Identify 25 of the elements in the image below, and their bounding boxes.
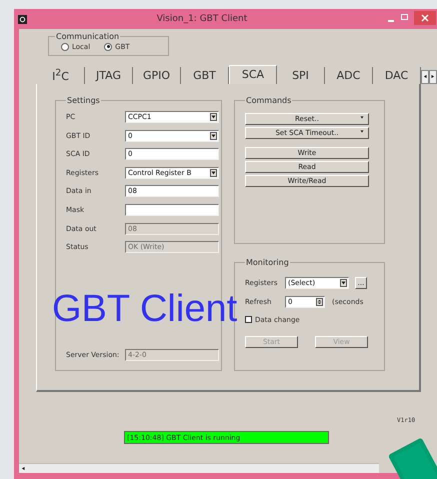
group-title: Communication <box>55 32 120 41</box>
group-title: Commands <box>245 96 292 104</box>
tab-scroll-left-icon[interactable] <box>423 74 427 79</box>
checkbox-icon[interactable] <box>245 316 252 324</box>
input-field[interactable] <box>125 204 219 216</box>
horizontal-scrollbar[interactable] <box>19 463 379 473</box>
radio-icon[interactable] <box>61 42 69 50</box>
overlay-title: GBT Client <box>52 288 238 331</box>
maximize-icon[interactable] <box>401 14 408 20</box>
app-icon <box>18 14 27 24</box>
dropdown-arrow-icon[interactable] <box>211 134 216 138</box>
window-title: Vision_1: GBT Client <box>156 14 248 24</box>
dropdown-arrow-icon[interactable] <box>341 281 346 285</box>
dropdown-arrow-icon[interactable] <box>211 170 216 175</box>
tab[interactable]: SCA <box>229 64 277 84</box>
dropdown-arrow-icon[interactable] <box>211 115 216 119</box>
tab-scroll-right-icon[interactable] <box>431 74 435 79</box>
spin-arrows-icon[interactable] <box>317 298 322 305</box>
group-title: Settings <box>66 96 101 104</box>
group-title: Monitoring <box>245 258 290 266</box>
dropdown-arrow-icon[interactable] <box>360 130 364 132</box>
close-icon[interactable] <box>414 11 436 25</box>
dropdown-arrow-icon[interactable] <box>360 116 364 118</box>
radio-icon[interactable] <box>104 42 112 50</box>
scroll-left-icon[interactable] <box>21 466 25 471</box>
